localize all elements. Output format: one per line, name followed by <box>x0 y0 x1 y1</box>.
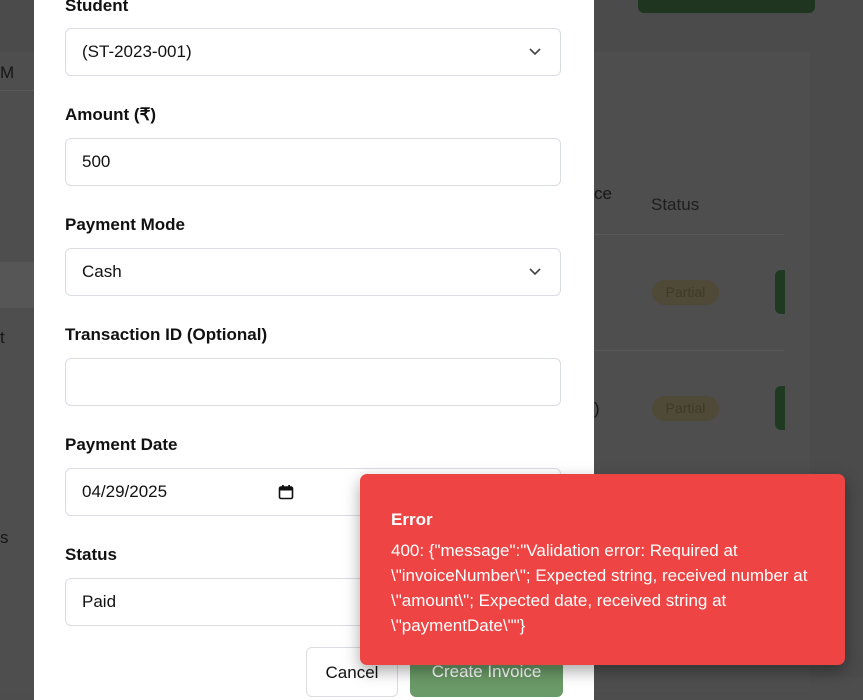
table-row-band <box>0 262 34 308</box>
table-header-fragment: ce <box>594 184 612 203</box>
chevron-down-icon <box>529 48 541 56</box>
row-fragment: s <box>0 528 9 547</box>
payment-mode-label: Payment Mode <box>65 215 185 234</box>
header-action-button <box>638 0 815 13</box>
status-label: Status <box>65 545 117 564</box>
toast-message: 400: {"message":"Validation error: Requi… <box>391 541 808 635</box>
toast-title: Error <box>391 510 433 529</box>
column-fragment: M <box>0 63 15 82</box>
student-select-value: (ST-2023-001) <box>82 42 192 61</box>
row-action-button <box>775 386 785 430</box>
status-badge: Partial <box>652 396 719 421</box>
error-toast[interactable]: Error 400: {"message":"Validation error:… <box>360 474 845 665</box>
divider <box>594 350 784 351</box>
status-select-value: Paid <box>82 592 117 611</box>
amount-input-value: 500 <box>82 152 111 171</box>
status-badge: Partial <box>652 280 719 305</box>
chevron-down-icon <box>529 268 541 276</box>
transaction-id-label: Transaction ID (Optional) <box>65 325 268 344</box>
transaction-id-input[interactable] <box>65 358 561 406</box>
payment-mode-value: Cash <box>82 262 122 281</box>
student-label: Student <box>65 0 129 15</box>
payment-mode-select[interactable]: Cash <box>65 248 561 296</box>
divider <box>0 90 34 91</box>
payment-date-value: 04/29/2025 <box>82 482 168 501</box>
amount-label: Amount (₹) <box>65 105 157 124</box>
divider <box>594 234 784 235</box>
calendar-icon[interactable] <box>278 484 294 500</box>
student-select[interactable]: (ST-2023-001) <box>65 28 561 76</box>
amount-input[interactable]: 500 <box>65 138 561 186</box>
row-action-button <box>775 270 785 314</box>
table-header-status: Status <box>651 195 700 214</box>
row-fragment: t <box>0 328 5 347</box>
payment-date-label: Payment Date <box>65 435 178 454</box>
row-fragment: ) <box>594 399 600 418</box>
